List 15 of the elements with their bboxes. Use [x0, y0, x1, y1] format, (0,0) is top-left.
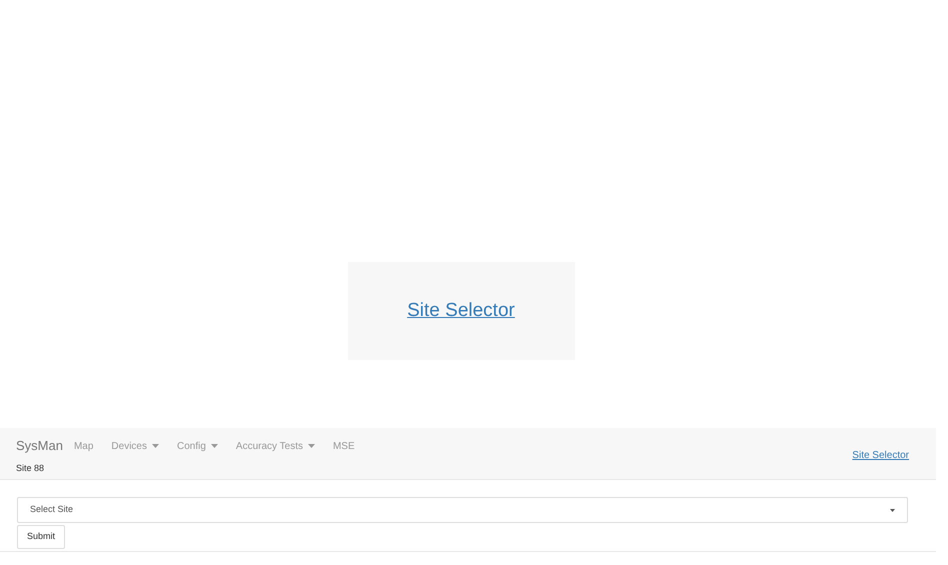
submit-button[interactable]: Submit — [17, 524, 66, 549]
nav-item[interactable]: Devices — [111, 438, 159, 454]
dropdown-arrow-icon — [890, 508, 895, 512]
nav-item[interactable]: Config — [177, 438, 218, 454]
site-selector-link[interactable]: Site Selector — [852, 450, 909, 461]
caret-icon — [308, 444, 315, 448]
caret-icon — [210, 444, 218, 448]
nav-item[interactable]: Accuracy Tests — [236, 438, 315, 454]
site-selector-link[interactable]: Site Selector — [407, 296, 515, 326]
site-label: Site 88 — [16, 462, 46, 475]
brand-title[interactable]: SysMan — [16, 436, 63, 456]
caret-icon — [152, 444, 159, 448]
nav-item[interactable]: Map — [74, 438, 94, 454]
nav-item[interactable]: MSE — [332, 438, 355, 454]
site-select[interactable]: Select Site — [17, 497, 908, 523]
